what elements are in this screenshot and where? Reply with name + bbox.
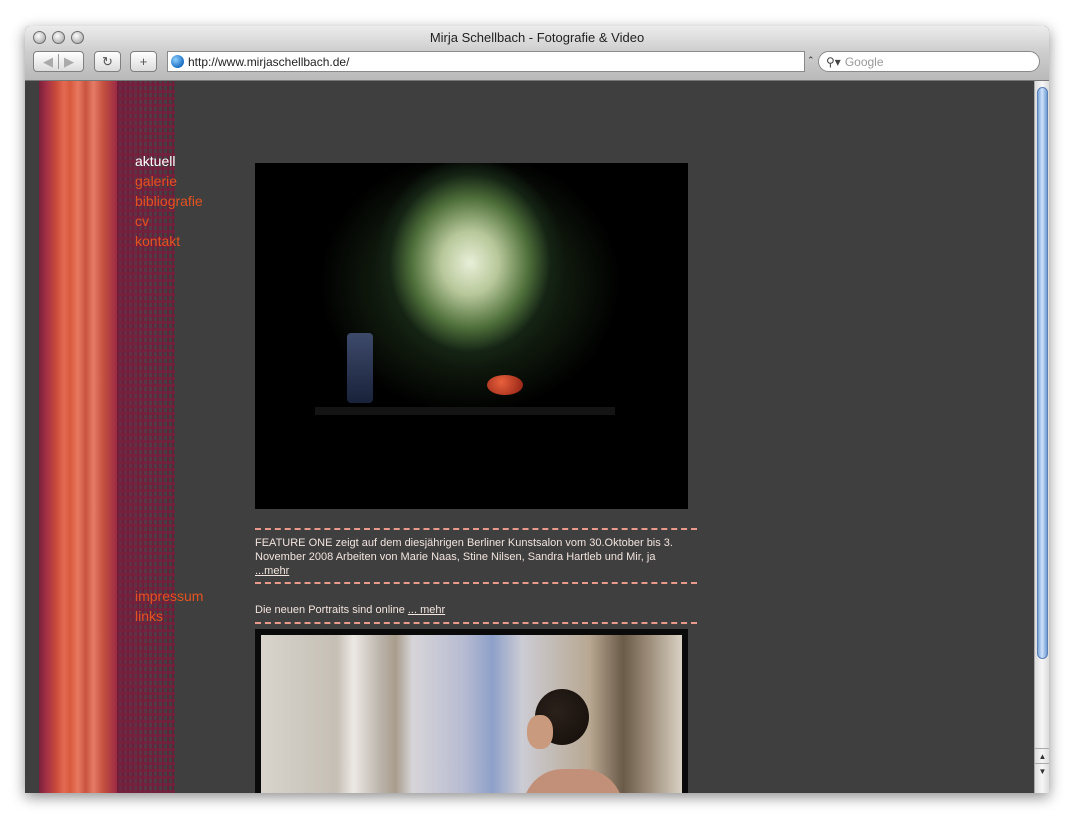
- page-content: aktuell galerie bibliografie cv kontakt …: [25, 81, 1034, 793]
- forward-arrow-icon[interactable]: ▶: [64, 54, 74, 70]
- photo-windowsill: [315, 407, 615, 415]
- back-forward-control[interactable]: ◀ ▶: [33, 51, 84, 72]
- photo-figure-face: [527, 715, 553, 749]
- vertical-scrollbar[interactable]: ▲ ▼: [1034, 81, 1049, 793]
- decorative-stripe: [39, 81, 117, 793]
- portrait-photo: [255, 629, 688, 793]
- nav-item-impressum[interactable]: impressum: [135, 586, 203, 606]
- nav-item-galerie[interactable]: galerie: [135, 171, 203, 191]
- divider: [255, 582, 697, 584]
- search-icon[interactable]: ⚲▾: [826, 55, 841, 69]
- nav-item-cv[interactable]: cv: [135, 211, 203, 231]
- photo-bottle: [347, 333, 373, 403]
- scrollbar-thumb[interactable]: [1037, 87, 1048, 659]
- photo-room: [261, 635, 682, 793]
- back-arrow-icon[interactable]: ◀: [43, 54, 53, 70]
- globe-icon: [171, 55, 184, 68]
- divider: [255, 622, 697, 624]
- featured-photo-window-ivy: [255, 163, 688, 509]
- reload-icon: ↻: [102, 53, 113, 69]
- title-bar: Mirja Schellbach - Fotografie & Video ◀ …: [25, 26, 1049, 81]
- photo-fruit: [487, 375, 523, 395]
- nav-item-bibliografie[interactable]: bibliografie: [135, 191, 203, 211]
- window-title: Mirja Schellbach - Fotografie & Video: [429, 30, 645, 45]
- search-placeholder: Google: [844, 54, 884, 69]
- plus-icon: +: [139, 54, 148, 69]
- nav-item-links[interactable]: links: [135, 606, 203, 626]
- news-item: Die neuen Portraits sind online ... mehr: [255, 603, 697, 617]
- add-bookmark-button[interactable]: +: [130, 51, 157, 72]
- nav-item-kontakt[interactable]: kontakt: [135, 231, 203, 251]
- address-bar[interactable]: http://www.mirjaschellbach.de/: [167, 51, 805, 72]
- url-text: http://www.mirjaschellbach.de/: [188, 54, 350, 69]
- news-item-more-link[interactable]: ...mehr: [255, 565, 289, 577]
- reload-button[interactable]: ↻: [94, 51, 121, 72]
- main-nav: aktuell galerie bibliografie cv kontakt: [135, 151, 203, 251]
- scroll-up-icon[interactable]: ▲: [1035, 748, 1049, 763]
- footer-nav: impressum links: [135, 586, 203, 626]
- news-item-text: FEATURE ONE zeigt auf dem diesjährigen B…: [255, 537, 673, 563]
- news-item: FEATURE ONE zeigt auf dem diesjährigen B…: [255, 536, 697, 578]
- news-item-more-link[interactable]: ... mehr: [408, 604, 445, 616]
- browser-window: Mirja Schellbach - Fotografie & Video ◀ …: [25, 26, 1049, 793]
- scroll-down-icon[interactable]: ▼: [1035, 763, 1049, 778]
- divider: [255, 528, 697, 530]
- search-field[interactable]: ⚲▾ Google: [818, 51, 1040, 72]
- nav-item-aktuell[interactable]: aktuell: [135, 151, 203, 171]
- news-item-text: Die neuen Portraits sind online: [255, 604, 408, 616]
- url-dropdown-icon[interactable]: ⌃: [807, 55, 815, 66]
